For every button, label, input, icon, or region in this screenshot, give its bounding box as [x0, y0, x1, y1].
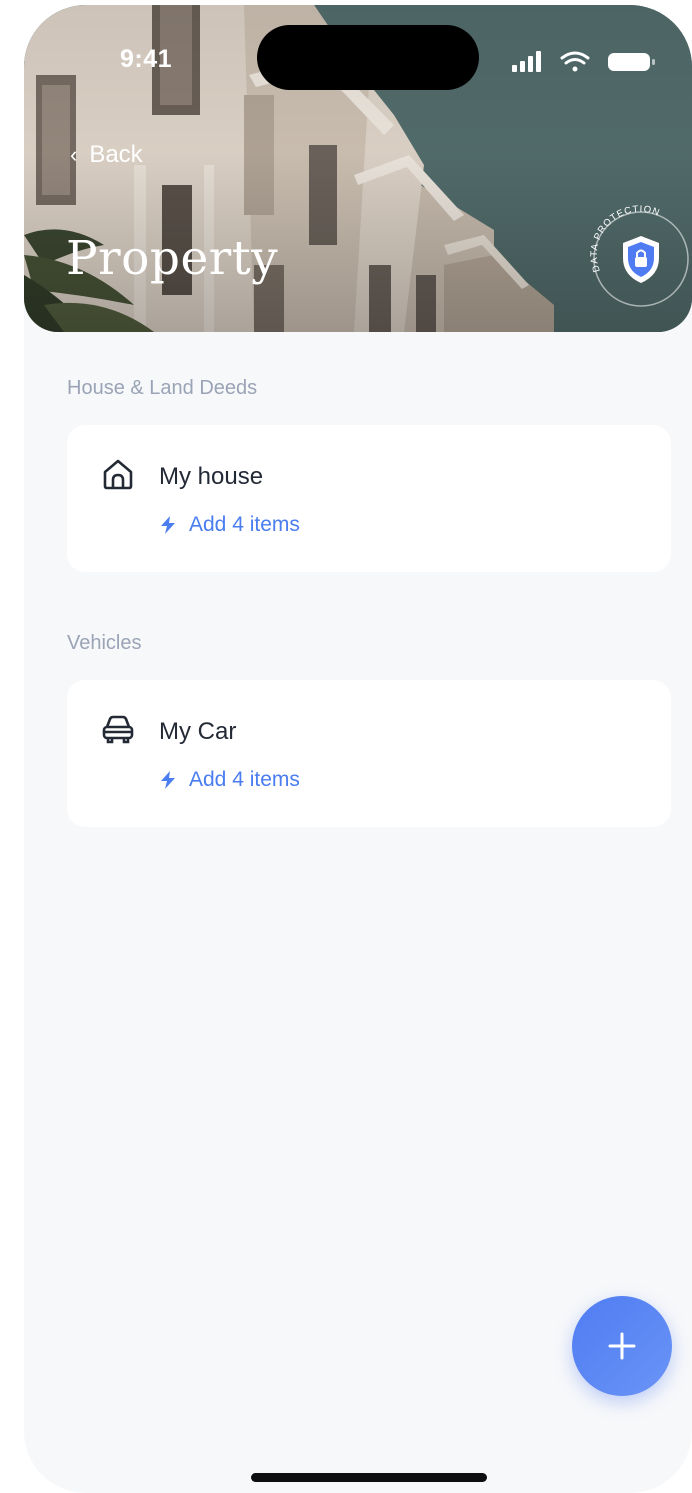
- plus-icon: [608, 1332, 636, 1360]
- section-label-house-land-deeds: House & Land Deeds: [67, 377, 258, 399]
- add-items-link[interactable]: Add 4 items: [161, 768, 300, 792]
- status-icons: [512, 51, 655, 72]
- house-icon: [103, 459, 133, 490]
- property-card-my-car[interactable]: My Car Add 4 items: [67, 680, 671, 827]
- car-icon: [102, 715, 134, 744]
- card-title: My Car: [159, 718, 237, 745]
- shield-lock-icon: [623, 236, 659, 283]
- data-protection-badge: DATA PROTECTION: [589, 204, 689, 307]
- back-label: Back: [89, 141, 143, 168]
- wifi-icon: [560, 51, 590, 72]
- property-card-my-house[interactable]: My house Add 4 items: [67, 425, 671, 572]
- battery-icon: [608, 53, 655, 71]
- home-indicator[interactable]: [251, 1473, 487, 1482]
- bolt-icon: [161, 516, 175, 534]
- bolt-icon: [161, 771, 175, 789]
- phone-screen: 9:41 ‹ Back Property DATA PROTECTION Hou…: [24, 5, 692, 1493]
- section-label-vehicles: Vehicles: [67, 632, 142, 654]
- chevron-left-icon: ‹: [70, 142, 78, 167]
- header-banner: 9:41 ‹ Back Property DATA PROTECTION: [24, 5, 692, 332]
- back-button[interactable]: ‹ Back: [70, 141, 143, 169]
- add-items-label: Add 4 items: [189, 513, 300, 536]
- status-time: 9:41: [120, 45, 173, 73]
- page-title: Property: [66, 231, 279, 286]
- dynamic-island: [257, 25, 479, 90]
- add-items-label: Add 4 items: [189, 768, 300, 791]
- card-title: My house: [159, 463, 264, 490]
- add-items-link[interactable]: Add 4 items: [161, 513, 300, 537]
- signal-icon: [512, 51, 541, 72]
- add-button[interactable]: [572, 1296, 672, 1396]
